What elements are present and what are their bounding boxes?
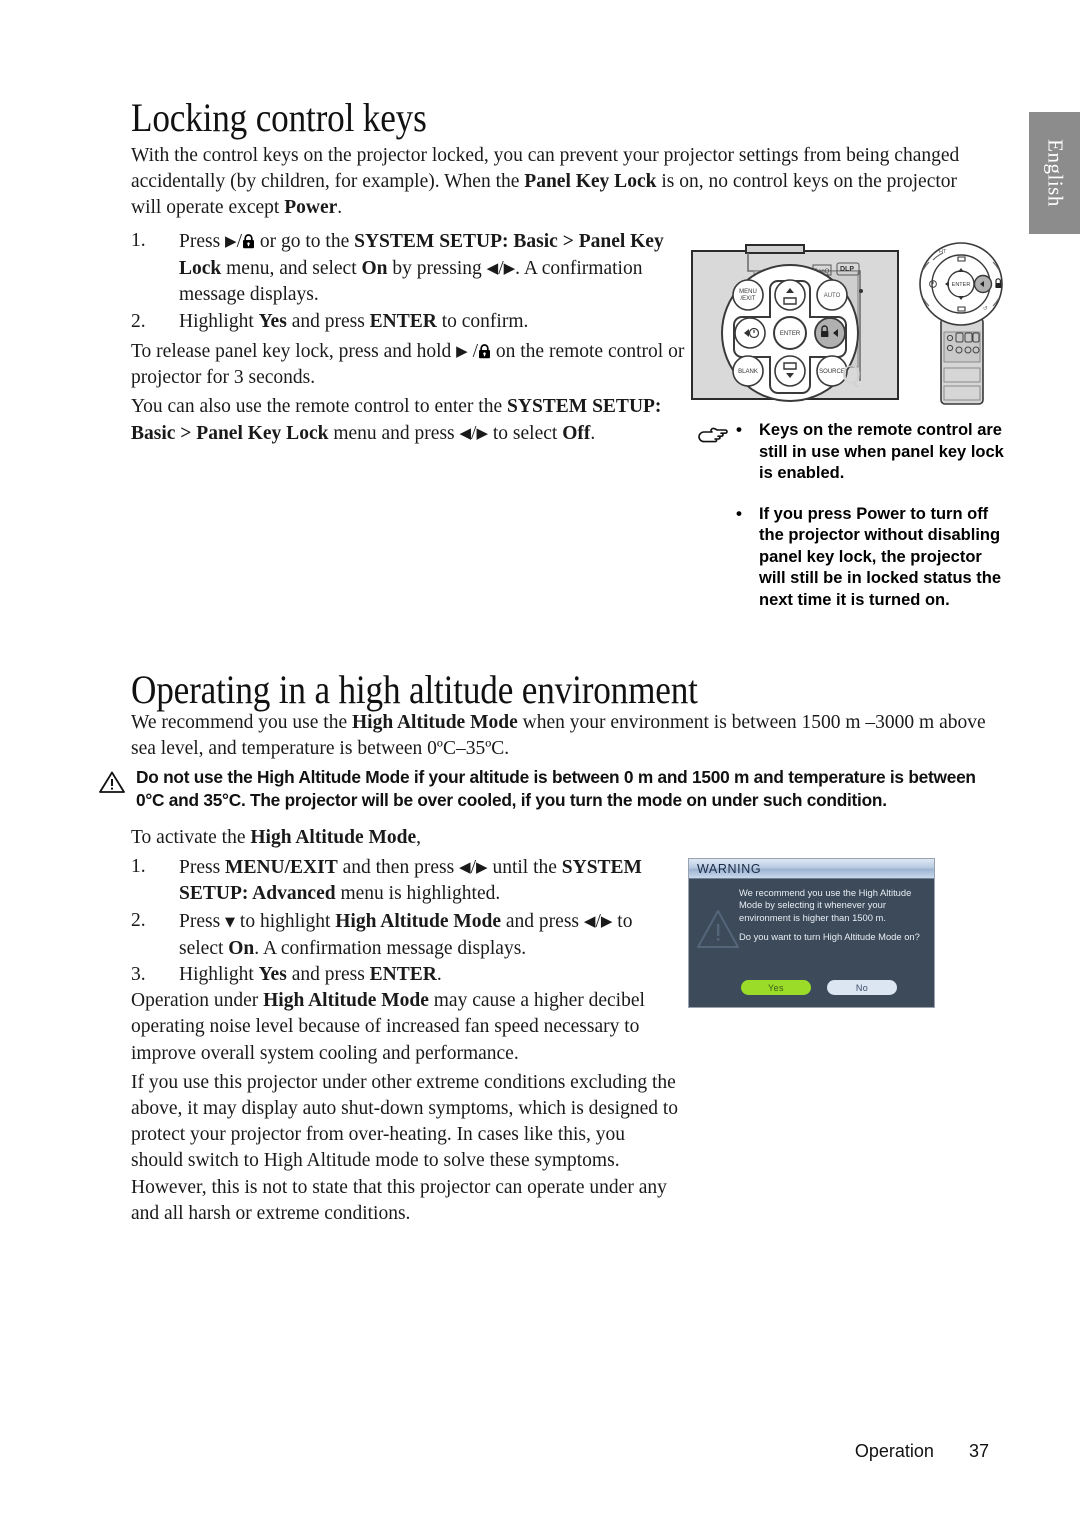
down-keystone-key [774,355,806,387]
osd-button-row: Yes No [741,980,897,995]
altitude-step-1-text: Press MENU/EXIT and then press ◀/▶ until… [179,857,642,905]
altitude-noise-paragraph: Operation under High Altitude Mode may c… [131,990,645,1064]
footer-section-label: Operation [854,1441,934,1461]
section-heading-high-altitude: Operating in a high altitude environment [131,667,698,712]
up-keystone-key [774,279,806,311]
side-note-item-1-text: Keys on the remote control are still in … [759,421,1004,482]
lock-icon [479,344,490,359]
page-footer: Operation 37 [0,1441,989,1462]
locking-step-2: 2. Highlight Yes and press ENTER to conf… [131,309,686,335]
caution-text: Do not use the High Altitude Mode if you… [136,767,976,810]
locking-step-1: 1. Press ▶/ or go to the SYSTEM SETUP: B… [131,228,686,309]
side-note-item-1: • Keys on the remote control are still i… [731,420,1007,485]
altitude-step-3: 3. Highlight Yes and press ENTER. [131,962,679,988]
altitude-activate-block: To activate the High Altitude Mode, 1. P… [131,825,679,1230]
altitude-step-2-number: 2. [131,909,146,931]
footer-page-number: 37 [968,1441,989,1461]
locking-step-1-text: Press ▶/ or go to the SYSTEM SETUP: Basi… [179,231,664,306]
lock-icon [243,234,255,249]
altitude-activate-lead: To activate the High Altitude Mode, [131,827,422,848]
locking-step-2-text: Highlight Yes and press ENTER to confirm… [179,310,529,332]
altitude-intro-text: We recommend you use the High Altitude M… [131,712,986,760]
svg-text:HT: HT [939,249,947,255]
bullet-icon: • [736,420,742,439]
osd-message-line-1: We recommend you use the High Altitude M… [739,887,912,923]
bullet-icon: • [736,503,742,523]
svg-text:↺: ↺ [983,305,988,312]
projector-control-panel-illustration: BenQ DLP ENTER MENU /EXIT AUTO BL [690,243,920,403]
altitude-step-2-text: Press ▼ to highlight High Altitude Mode … [179,910,633,959]
locking-step-1-number: 1. [131,230,146,251]
altitude-step-2: 2. Press ▼ to highlight High Altitude Mo… [131,908,679,962]
locking-intro-paragraph: With the control keys on the projector l… [131,143,989,225]
svg-text:DLP: DLP [840,266,854,273]
locking-step-2-number: 2. [131,310,146,332]
svg-text:MENU: MENU [739,289,757,295]
side-note-list: • Keys on the remote control are still i… [731,420,1007,611]
right-lock-key-highlighted [814,317,846,349]
svg-text:BLANK: BLANK [738,369,758,375]
locking-remote-paragraph: You can also use the remote control to e… [131,396,662,445]
osd-no-button[interactable]: No [827,980,897,995]
locking-steps-list: 1. Press ▶/ or go to the SYSTEM SETUP: B… [131,228,686,451]
altitude-extreme-paragraph: If you use this projector under other ex… [131,1071,679,1224]
language-tab-label: English [1043,139,1067,207]
svg-text:/EXIT: /EXIT [740,296,755,302]
svg-text:Q: Q [842,360,861,389]
svg-text:ENTER: ENTER [780,331,801,337]
warning-triangle-icon [695,907,741,958]
altitude-step-1: 1. Press MENU/EXIT and then press ◀/▶ un… [131,854,679,907]
altitude-step-3-text: Highlight Yes and press ENTER. [179,964,442,986]
side-note-block: • Keys on the remote control are still i… [697,420,1007,611]
remote-control-illustration: ENTER HT ↺ [913,240,1010,408]
altitude-intro-paragraph: We recommend you use the High Altitude M… [131,710,989,765]
svg-text:ENTER: ENTER [952,282,971,288]
caution-block: Do not use the High Altitude Mode if you… [98,766,998,812]
osd-title-bar: WARNING [689,859,934,879]
altitude-step-3-number: 3. [131,964,146,986]
warning-triangle-icon [98,770,126,800]
side-note-item-2-text: If you press Power to turn off the proje… [759,504,1002,609]
altitude-step-1-number: 1. [131,856,146,878]
osd-warning-dialog: WARNING We recommend you use the High Al… [688,858,935,1008]
osd-title-text: WARNING [697,861,762,876]
locking-intro-text: With the control keys on the projector l… [131,145,960,219]
osd-message: We recommend you use the High Altitude M… [739,887,927,944]
pointing-hand-icon [697,426,731,453]
menu-exit-key [732,279,764,311]
osd-message-line-2: Do you want to turn High Altitude Mode o… [739,931,920,943]
svg-text:AUTO: AUTO [824,293,841,299]
section-heading-locking-control-keys: Locking control keys [131,95,427,140]
osd-body: We recommend you use the High Altitude M… [689,879,934,1007]
locking-release-paragraph: To release panel key lock, press and hol… [131,340,685,389]
side-note-item-2: • If you press Power to turn off the pro… [731,504,1007,612]
language-tab: English [1029,112,1080,234]
osd-yes-button[interactable]: Yes [741,980,811,995]
svg-text:SOURCE: SOURCE [819,369,845,375]
